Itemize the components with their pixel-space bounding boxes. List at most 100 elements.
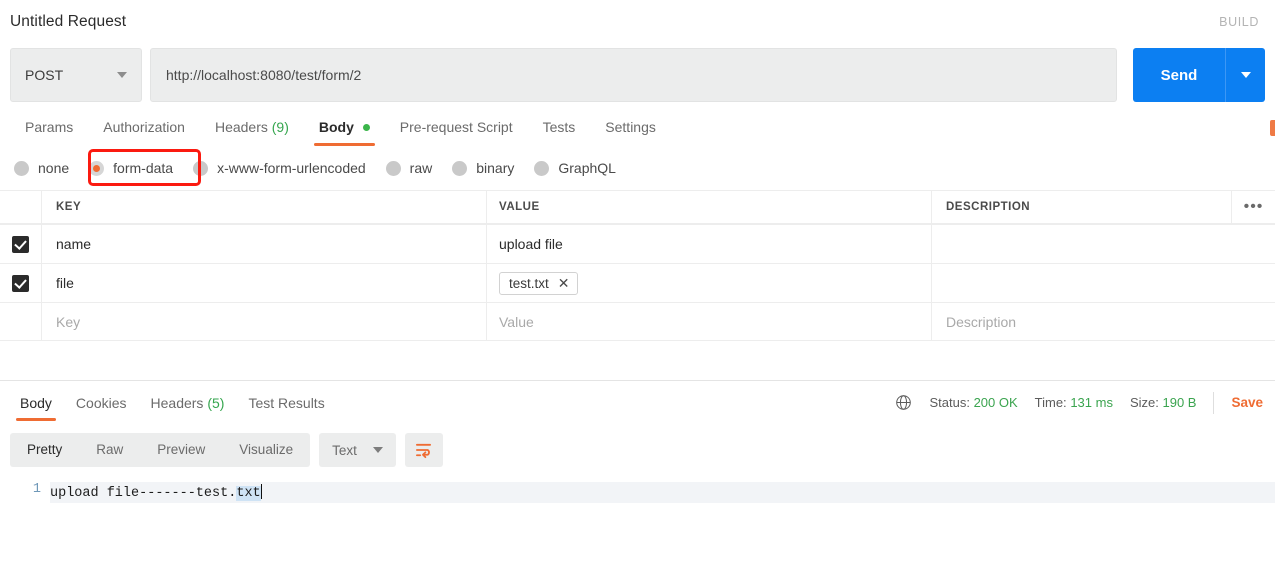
size-label: Size:	[1129, 395, 1159, 410]
response-tab-cookies[interactable]: Cookies	[64, 395, 139, 421]
response-format-select[interactable]: Text	[319, 433, 396, 467]
view-mode-raw[interactable]: Raw	[79, 433, 140, 467]
url-input[interactable]: http://localhost:8080/test/form/2	[150, 48, 1117, 102]
radio-label: x-www-form-urlencoded	[217, 160, 366, 176]
code-selection: txt	[236, 486, 261, 501]
tab-label: Headers	[214, 119, 268, 135]
radio-icon	[14, 160, 29, 176]
radio-label: raw	[409, 160, 433, 176]
cookies-link-partial[interactable]	[1270, 120, 1275, 136]
radio-icon	[534, 160, 550, 176]
status-value: 200 OK	[973, 395, 1018, 410]
view-mode-pretty[interactable]: Pretty	[10, 433, 79, 467]
response-tabs-bar: Body Cookies Headers (5) Test Results St…	[0, 381, 1275, 424]
wrap-lines-button[interactable]	[404, 433, 443, 467]
radio-label: binary	[476, 160, 515, 176]
size-value: 190 B	[1162, 395, 1197, 410]
view-mode-visualize[interactable]: Visualize	[222, 433, 310, 467]
column-header-key: KEY	[56, 201, 82, 213]
chevron-down-icon	[117, 72, 127, 78]
response-tab-body[interactable]: Body	[8, 395, 64, 421]
globe-icon[interactable]	[895, 394, 912, 411]
body-type-raw[interactable]: raw	[385, 160, 433, 176]
tab-authorization[interactable]: Authorization	[88, 119, 200, 146]
file-chip-label: test.txt	[509, 275, 549, 291]
response-tab-headers[interactable]: Headers (5)	[139, 395, 237, 421]
tab-label: Cookies	[75, 394, 127, 411]
http-method-select[interactable]: POST	[10, 48, 142, 102]
table-empty-row: Key Value Description	[0, 302, 1275, 341]
tab-label: Pre-request Script	[399, 119, 513, 135]
save-response-link[interactable]: Save	[1231, 395, 1263, 410]
column-header-value: VALUE	[499, 201, 540, 213]
request-tabs: Params Authorization Headers (9) Body Pr…	[0, 106, 1275, 146]
meta-divider	[1213, 391, 1215, 414]
tab-body[interactable]: Body	[304, 119, 385, 146]
response-meta: Status: 200 OK Time: 131 ms Size: 190 B …	[895, 391, 1265, 414]
chevron-down-icon	[1240, 72, 1251, 78]
code-text: upload file-------test.	[50, 486, 237, 501]
row-description-cell[interactable]	[932, 225, 1275, 263]
row-checkbox-cell	[0, 264, 42, 302]
new-value-input[interactable]: Value	[487, 303, 932, 340]
new-description-input[interactable]: Description	[932, 303, 1275, 340]
row-key-cell[interactable]: name	[42, 225, 487, 263]
tab-label: Params	[25, 119, 74, 135]
body-type-binary[interactable]: binary	[452, 160, 514, 176]
headers-count: (9)	[271, 119, 289, 135]
row-value-cell[interactable]: upload file	[487, 225, 932, 263]
radio-dot-icon	[93, 164, 101, 172]
radio-label: form-data	[113, 160, 174, 176]
body-type-x-www-form-urlencoded[interactable]: x-www-form-urlencoded	[193, 160, 366, 176]
row-description-cell[interactable]	[932, 264, 1275, 302]
tab-label: Headers	[150, 394, 204, 411]
http-method-value: POST	[25, 67, 64, 83]
radio-selected-icon	[89, 160, 105, 176]
tab-tests[interactable]: Tests	[528, 119, 591, 146]
table-header-row: KEY VALUE DESCRIPTION •••	[0, 190, 1275, 224]
row-checkbox[interactable]	[12, 235, 29, 253]
response-tab-test-results[interactable]: Test Results	[236, 395, 336, 421]
response-headers-count: (5)	[207, 394, 225, 411]
radio-label: GraphQL	[558, 160, 616, 176]
tab-pre-request-script[interactable]: Pre-request Script	[385, 119, 528, 146]
radio-icon	[452, 160, 468, 176]
body-type-graphql[interactable]: GraphQL	[534, 160, 616, 176]
table-row: file test.txt ✕	[0, 263, 1275, 302]
send-button[interactable]: Send	[1133, 48, 1225, 102]
radio-icon	[193, 160, 209, 176]
body-active-dot-icon	[362, 124, 370, 131]
response-view-mode-group: Pretty Raw Preview Visualize	[10, 433, 311, 467]
code-line[interactable]: upload file-------test.txt	[50, 482, 1275, 503]
build-label[interactable]: BUILD	[1219, 15, 1259, 29]
body-type-form-data[interactable]: form-data	[89, 160, 173, 176]
row-checkbox[interactable]	[12, 274, 29, 292]
radio-icon	[385, 160, 401, 176]
row-value-cell[interactable]: test.txt ✕	[487, 264, 932, 302]
tab-params[interactable]: Params	[10, 119, 88, 146]
status-block: Status: 200 OK	[929, 395, 1017, 410]
header-description-cell: DESCRIPTION	[932, 191, 1231, 223]
header-checkbox-cell	[0, 191, 42, 223]
row-checkbox-cell	[0, 225, 42, 263]
status-label: Status:	[929, 395, 970, 410]
chevron-down-icon	[372, 447, 383, 453]
form-data-table: KEY VALUE DESCRIPTION ••• name upload fi…	[0, 190, 1275, 341]
tab-label: Authorization	[103, 119, 185, 135]
tab-settings[interactable]: Settings	[590, 119, 671, 146]
time-block: Time: 131 ms	[1035, 395, 1113, 410]
close-icon[interactable]: ✕	[558, 276, 570, 290]
tab-headers[interactable]: Headers (9)	[200, 119, 304, 146]
tab-label: Body	[318, 119, 354, 135]
table-row: name upload file	[0, 224, 1275, 263]
tab-label: Body	[20, 394, 52, 411]
body-type-none[interactable]: none	[14, 160, 69, 176]
row-checkbox-cell	[0, 303, 42, 340]
row-key-cell[interactable]: file	[42, 264, 487, 302]
send-options-button[interactable]	[1225, 48, 1265, 102]
new-key-input[interactable]: Key	[42, 303, 487, 340]
view-mode-preview[interactable]: Preview	[140, 433, 222, 467]
send-button-group: Send	[1133, 48, 1265, 102]
time-value: 131 ms	[1070, 395, 1113, 410]
table-more-options-icon[interactable]: •••	[1231, 191, 1275, 223]
